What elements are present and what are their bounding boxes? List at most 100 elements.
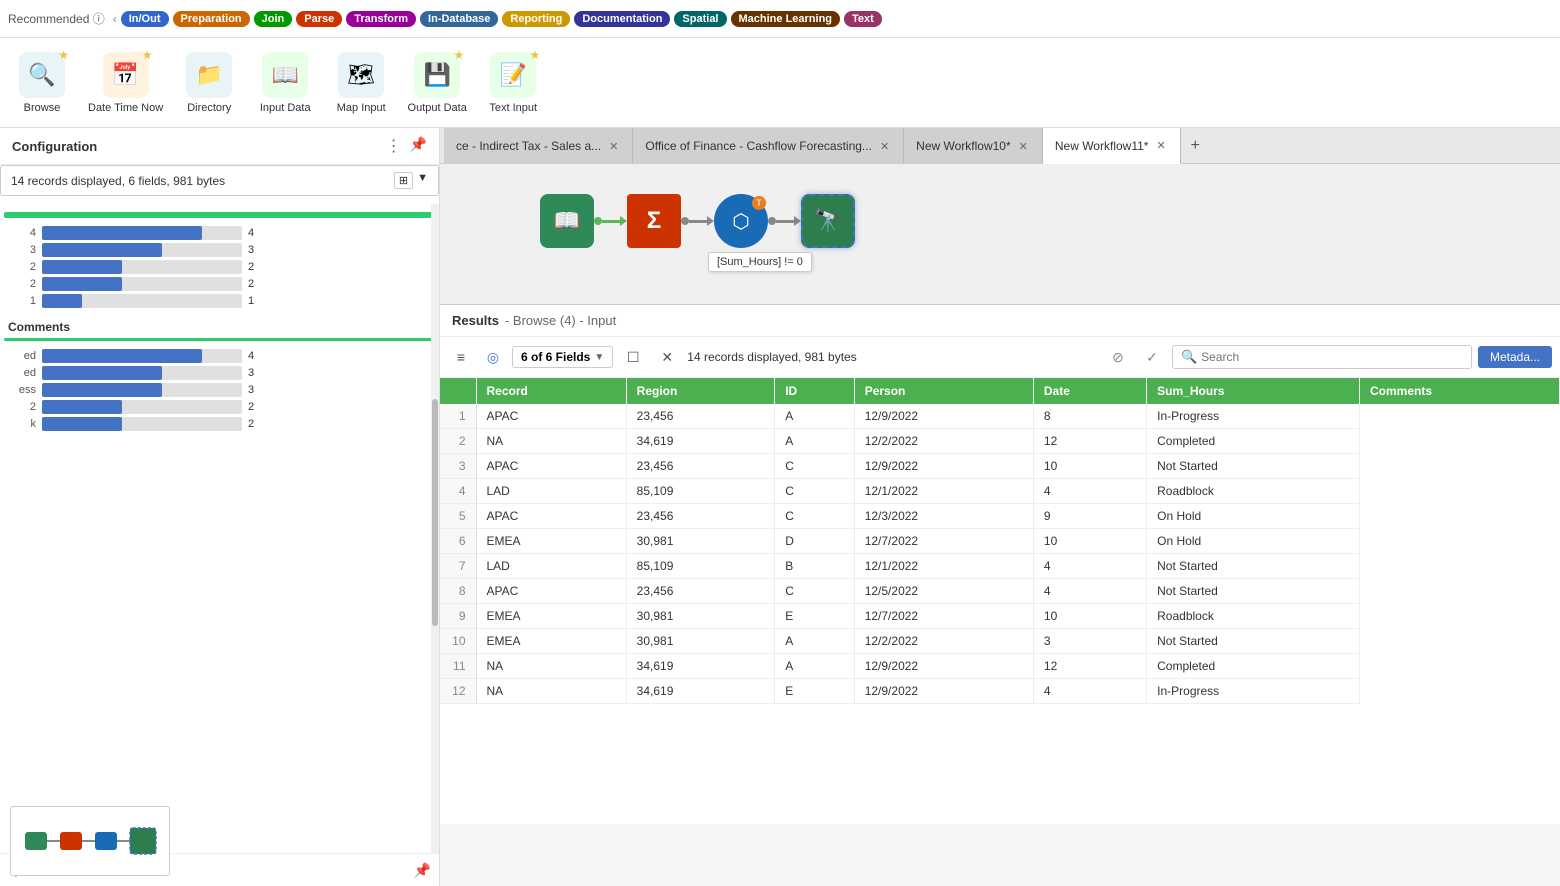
main-layout: Configuration ⋮ 📌 14 records displayed, … bbox=[0, 128, 1560, 886]
table-cell: Not Started bbox=[1147, 579, 1360, 604]
wf-node-alteryx[interactable]: ⬡ T bbox=[714, 194, 768, 248]
region-bar-row: 2 2 bbox=[4, 277, 435, 291]
table-row[interactable]: 8APAC23,456C12/5/20224Not Started bbox=[440, 579, 1560, 604]
col-header-id[interactable]: ID bbox=[775, 378, 854, 404]
search-input[interactable] bbox=[1201, 350, 1463, 364]
table-cell: EMEA bbox=[476, 629, 626, 654]
tool-label: Input Data bbox=[260, 102, 311, 114]
col-header-rownum bbox=[440, 378, 476, 404]
bar-count: 3 bbox=[248, 367, 268, 379]
select-all-btn[interactable]: ☐ bbox=[619, 343, 647, 371]
table-row[interactable]: 3APAC23,456C12/9/202210Not Started bbox=[440, 454, 1560, 479]
tab-close[interactable]: ✕ bbox=[878, 140, 891, 153]
list-view-btn[interactable]: ≡ bbox=[448, 344, 474, 370]
table-row[interactable]: 4LAD85,109C12/1/20224Roadblock bbox=[440, 479, 1560, 504]
tab-label: New Workflow11* bbox=[1055, 139, 1149, 153]
wf-node-input[interactable]: 📖 bbox=[540, 194, 594, 248]
table-row[interactable]: 7LAD85,109B12/1/20224Not Started bbox=[440, 554, 1560, 579]
table-cell: Roadblock bbox=[1147, 604, 1360, 629]
tab-new-workfl[interactable]: New Workflow10* ✕ bbox=[904, 128, 1043, 164]
toolbar-tag-preparation[interactable]: Preparation bbox=[173, 11, 250, 27]
metadata-button[interactable]: Metada... bbox=[1478, 346, 1552, 368]
dropdown-icon[interactable]: ▼ bbox=[417, 172, 428, 189]
expand-icon[interactable]: ⊞ bbox=[394, 172, 413, 189]
tool-icon: 📅 ★ bbox=[103, 52, 149, 98]
toolbar-tag-machine-learning[interactable]: Machine Learning bbox=[731, 11, 841, 27]
table-cell: 23,456 bbox=[626, 404, 775, 429]
pin-icon[interactable]: 📌 bbox=[410, 136, 427, 156]
tab-office-of-[interactable]: Office of Finance - Cashflow Forecasting… bbox=[633, 128, 904, 164]
tab-ce---indir[interactable]: ce - Indirect Tax - Sales a... ✕ bbox=[444, 128, 633, 164]
table-cell: 4 bbox=[1033, 679, 1146, 704]
col-header-person[interactable]: Person bbox=[854, 378, 1033, 404]
table-cell: 23,456 bbox=[626, 579, 775, 604]
tab-close[interactable]: ✕ bbox=[607, 140, 620, 153]
table-row[interactable]: 1APAC23,456A12/9/20228In-Progress bbox=[440, 404, 1560, 429]
filter-off-btn[interactable]: ⊘ bbox=[1104, 343, 1132, 371]
comments-bar-row: ed 3 bbox=[4, 366, 435, 380]
toolbar-tag-reporting[interactable]: Reporting bbox=[502, 11, 570, 27]
table-cell: Not Started bbox=[1147, 554, 1360, 579]
table-row[interactable]: 6EMEA30,981D12/7/202210On Hold bbox=[440, 529, 1560, 554]
toolbar-tag-transform[interactable]: Transform bbox=[346, 11, 416, 27]
bottom-pin-icon[interactable]: 📌 bbox=[414, 862, 431, 879]
table-cell: On Hold bbox=[1147, 504, 1360, 529]
tool-directory[interactable]: 📁 Directory bbox=[179, 52, 239, 114]
table-row[interactable]: 9EMEA30,981E12/7/202210Roadblock bbox=[440, 604, 1560, 629]
wf-node-summarize[interactable]: Σ bbox=[627, 194, 681, 248]
table-row[interactable]: 5APAC23,456C12/3/20229On Hold bbox=[440, 504, 1560, 529]
toolbar-tag-in-database[interactable]: In-Database bbox=[420, 11, 498, 27]
table-cell: 12/7/2022 bbox=[854, 529, 1033, 554]
tool-map-input[interactable]: 🗺 Map Input bbox=[331, 52, 391, 114]
options-icon[interactable]: ⋮ bbox=[386, 136, 402, 156]
tool-output-data[interactable]: 💾 ★ Output Data bbox=[407, 52, 467, 114]
toolbar-tag-join[interactable]: Join bbox=[254, 11, 293, 27]
col-header-comments[interactable]: Comments bbox=[1359, 378, 1559, 404]
fields-selector[interactable]: 6 of 6 Fields ▼ bbox=[512, 346, 613, 368]
tool-label: Directory bbox=[187, 102, 231, 114]
scrollbar-track[interactable] bbox=[431, 204, 439, 853]
col-header-record[interactable]: Record bbox=[476, 378, 626, 404]
data-table-container: RecordRegionIDPersonDateSum_HoursComment… bbox=[440, 378, 1560, 824]
tool-label: Text Input bbox=[489, 102, 537, 114]
col-header-date[interactable]: Date bbox=[1033, 378, 1146, 404]
tool-input-data[interactable]: 📖 Input Data bbox=[255, 52, 315, 114]
toolbar-tag-spatial[interactable]: Spatial bbox=[674, 11, 726, 27]
bar-inner bbox=[42, 294, 82, 308]
comments-title: Comments bbox=[4, 320, 435, 334]
col-header-sum_hours[interactable]: Sum_Hours bbox=[1147, 378, 1360, 404]
table-row[interactable]: 10EMEA30,981A12/2/20223Not Started bbox=[440, 629, 1560, 654]
tool-browse[interactable]: 🔍 ★ Browse bbox=[12, 52, 72, 114]
tab-close[interactable]: ✕ bbox=[1017, 140, 1030, 153]
toolbar-tag-documentation[interactable]: Documentation bbox=[574, 11, 670, 27]
new-tab-button[interactable]: + bbox=[1181, 133, 1210, 159]
col-header-region[interactable]: Region bbox=[626, 378, 775, 404]
table-cell: APAC bbox=[476, 579, 626, 604]
tab-new-workfl[interactable]: New Workflow11* ✕ bbox=[1043, 128, 1181, 164]
deselect-btn[interactable]: ✕ bbox=[653, 343, 681, 371]
tool-text-input[interactable]: 📝 ★ Text Input bbox=[483, 52, 543, 114]
table-row[interactable]: 2NA34,619A12/2/202212Completed bbox=[440, 429, 1560, 454]
scrollbar-thumb[interactable] bbox=[432, 399, 438, 626]
filter-on-btn[interactable]: ✓ bbox=[1138, 343, 1166, 371]
bar-label: 2 bbox=[8, 401, 36, 413]
recommended-label: Recommended ⓘ bbox=[8, 10, 105, 27]
wf-node-browse[interactable]: 🔭 bbox=[801, 194, 855, 248]
tool-icon: 🔍 ★ bbox=[19, 52, 65, 98]
wf-connector-1 bbox=[594, 216, 627, 226]
table-cell: NA bbox=[476, 679, 626, 704]
table-cell: LAD bbox=[476, 479, 626, 504]
nav-arrow[interactable]: ‹ bbox=[113, 12, 117, 26]
table-row[interactable]: 11NA34,619A12/9/202212Completed bbox=[440, 654, 1560, 679]
canvas-area: 📖 Σ ⬡ bbox=[440, 164, 1560, 304]
toolbar-tag-text[interactable]: Text bbox=[844, 11, 882, 27]
table-cell: 4 bbox=[440, 479, 476, 504]
tool-date-time-now[interactable]: 📅 ★ Date Time Now bbox=[88, 52, 163, 114]
table-cell: 7 bbox=[440, 554, 476, 579]
table-row[interactable]: 12NA34,619E12/9/20224In-Progress bbox=[440, 679, 1560, 704]
info-bar: 14 records displayed, 6 fields, 981 byte… bbox=[0, 165, 439, 196]
profile-view-btn[interactable]: ◎ bbox=[480, 344, 506, 370]
tab-close[interactable]: ✕ bbox=[1154, 139, 1167, 152]
toolbar-tag-in/out[interactable]: In/Out bbox=[121, 11, 169, 27]
toolbar-tag-parse[interactable]: Parse bbox=[296, 11, 342, 27]
